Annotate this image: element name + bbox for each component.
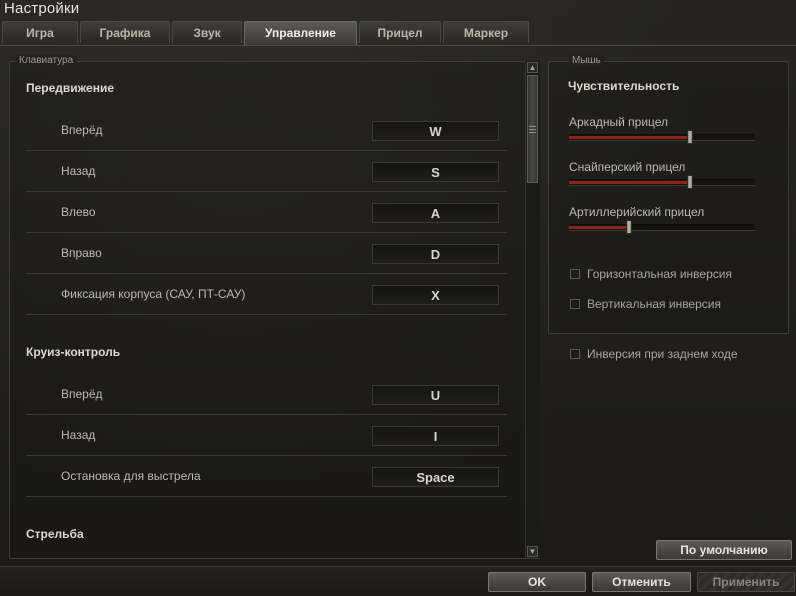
- sensitivity-title: Чувствительность: [568, 79, 680, 93]
- section-title-movement: Передвижение: [26, 81, 114, 95]
- window-title: Настройки: [4, 0, 80, 17]
- scroll-down-icon[interactable]: ▼: [527, 546, 538, 557]
- tab-graphics[interactable]: Графика: [80, 21, 170, 43]
- row-divider: [26, 455, 507, 456]
- tab-game[interactable]: Игра: [2, 21, 78, 43]
- row-divider: [26, 414, 507, 415]
- scroll-grip-line: [529, 126, 536, 127]
- slider-label-artillery: Артиллерийский прицел: [569, 205, 705, 219]
- slider-fill: [569, 136, 690, 139]
- row-divider: [26, 496, 507, 497]
- tab-bar-divider: [0, 45, 796, 46]
- tab-marker[interactable]: Маркер: [443, 21, 529, 43]
- key-field-cruise-backward[interactable]: I: [372, 426, 499, 446]
- scroll-grip-line: [529, 129, 536, 130]
- key-field-hull-lock[interactable]: X: [372, 285, 499, 305]
- section-title-cruise-control: Круиз-контроль: [26, 345, 121, 359]
- horizontal-inversion-option[interactable]: Горизонтальная инверсия: [570, 267, 732, 281]
- vertical-inversion-label: Вертикальная инверсия: [587, 297, 721, 311]
- keyboard-legend: Клавиатура: [16, 55, 77, 66]
- reverse-inversion-checkbox[interactable]: [570, 349, 580, 359]
- slider-thumb[interactable]: [686, 130, 693, 144]
- binding-label-cruise-backward: Назад: [61, 428, 96, 442]
- slider-thumb[interactable]: [625, 220, 632, 234]
- mouse-panel: [548, 61, 789, 334]
- slider-thumb[interactable]: [686, 175, 693, 189]
- binding-label-right: Вправо: [61, 246, 102, 260]
- vertical-inversion-checkbox[interactable]: [570, 299, 580, 309]
- scroll-up-icon[interactable]: ▲: [527, 62, 538, 73]
- horizontal-inversion-label: Горизонтальная инверсия: [587, 267, 732, 281]
- vertical-inversion-option[interactable]: Вертикальная инверсия: [570, 297, 721, 311]
- slider-fill: [569, 226, 629, 229]
- binding-label-stop-to-fire: Остановка для выстрела: [61, 469, 201, 483]
- defaults-button[interactable]: По умолчанию: [656, 540, 792, 560]
- key-field-left[interactable]: A: [372, 203, 499, 223]
- key-field-backward[interactable]: S: [372, 162, 499, 182]
- key-field-forward[interactable]: W: [372, 121, 499, 141]
- settings-window: Настройки Игра Графика Звук Управление П…: [0, 0, 796, 596]
- slider-label-arcade: Аркадный прицел: [569, 115, 669, 129]
- tab-bar: Игра Графика Звук Управление Прицел Марк…: [2, 21, 531, 45]
- slider-fill: [569, 181, 690, 184]
- sniper-sensitivity-slider[interactable]: [569, 175, 755, 189]
- apply-button[interactable]: Применить: [697, 572, 795, 592]
- binding-label-cruise-forward: Вперёд: [61, 387, 103, 401]
- tab-sight[interactable]: Прицел: [359, 21, 441, 43]
- ok-button[interactable]: OK: [488, 572, 586, 592]
- arcade-sensitivity-slider[interactable]: [569, 130, 755, 144]
- scroll-grip-line: [529, 132, 536, 133]
- cancel-button[interactable]: Отменить: [592, 572, 691, 592]
- row-divider: [26, 150, 507, 151]
- key-field-stop-to-fire[interactable]: Space: [372, 467, 499, 487]
- tab-sound[interactable]: Звук: [172, 21, 242, 43]
- key-field-cruise-forward[interactable]: U: [372, 385, 499, 405]
- binding-label-left: Влево: [61, 205, 96, 219]
- binding-label-forward: Вперёд: [61, 123, 103, 137]
- section-title-firing: Стрельба: [26, 527, 84, 541]
- horizontal-inversion-checkbox[interactable]: [570, 269, 580, 279]
- reverse-inversion-option[interactable]: Инверсия при заднем ходе: [570, 347, 738, 361]
- row-divider: [26, 191, 507, 192]
- row-divider: [26, 273, 507, 274]
- reverse-inversion-label: Инверсия при заднем ходе: [587, 347, 738, 361]
- slider-label-sniper: Снайперский прицел: [569, 160, 686, 174]
- key-field-right[interactable]: D: [372, 244, 499, 264]
- row-divider: [26, 232, 507, 233]
- tab-controls[interactable]: Управление: [244, 21, 357, 45]
- artillery-sensitivity-slider[interactable]: [569, 220, 755, 234]
- mouse-legend: Мышь: [569, 55, 604, 66]
- binding-label-hull-lock: Фиксация корпуса (САУ, ПТ-САУ): [61, 287, 246, 301]
- binding-label-backward: Назад: [61, 164, 96, 178]
- row-divider: [26, 314, 507, 315]
